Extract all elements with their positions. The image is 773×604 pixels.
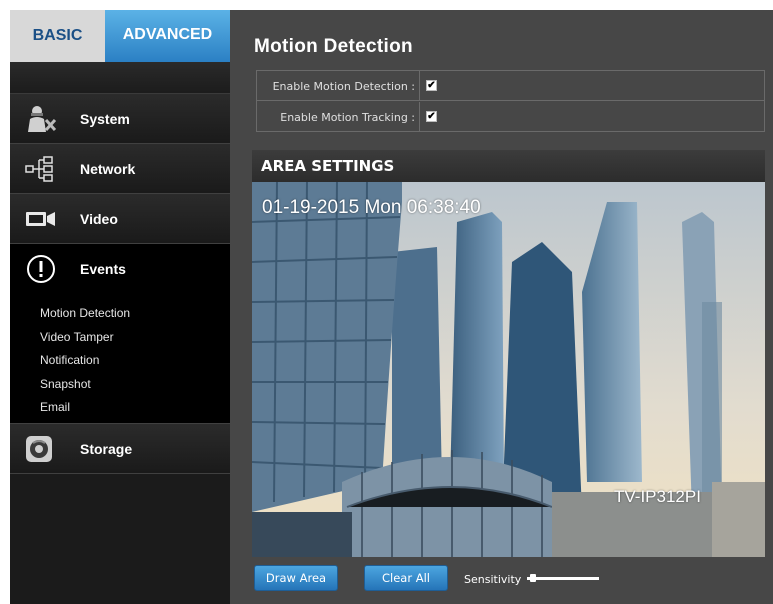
system-settings-icon xyxy=(28,106,57,132)
mode-tabs: BASIC ADVANCED xyxy=(10,10,230,62)
slider-track xyxy=(527,577,599,580)
submenu-item-notification[interactable]: Notification xyxy=(40,349,130,373)
sidebar-item-label: System xyxy=(80,110,130,127)
events-submenu: Motion Detection Video Tamper Notificati… xyxy=(40,302,130,420)
option-label: Enable Motion Detection : xyxy=(257,71,420,101)
sidebar-item-label: Events xyxy=(80,261,126,277)
main-content: Motion Detection Enable Motion Detection… xyxy=(230,10,773,604)
sidebar-item-events[interactable]: Events Motion Detection Video Tamper Not… xyxy=(10,244,230,424)
submenu-item-snapshot[interactable]: Snapshot xyxy=(40,373,130,397)
sidebar-item-network[interactable]: Network xyxy=(10,144,230,194)
sidebar-item-label: Video xyxy=(80,210,118,227)
tab-basic[interactable]: BASIC xyxy=(10,10,105,62)
camera-live-view[interactable]: 01-19-2015 Mon 06:38:40 TV-IP312PI xyxy=(252,182,765,557)
camera-timestamp: 01-19-2015 Mon 06:38:40 xyxy=(262,197,481,218)
draw-area-button[interactable]: Draw Area xyxy=(254,565,338,591)
alert-icon xyxy=(27,255,55,283)
video-camera-icon xyxy=(26,212,55,226)
area-toolbar: Draw Area Clear All Sensitivity xyxy=(252,562,765,594)
clear-all-button[interactable]: Clear All xyxy=(364,565,448,591)
network-icon xyxy=(25,156,53,182)
sidebar-filler xyxy=(10,474,230,604)
sidebar: BASIC ADVANCED System Network Video Even… xyxy=(10,10,240,604)
submenu-item-email[interactable]: Email xyxy=(40,396,130,420)
sensitivity-slider[interactable] xyxy=(527,574,599,584)
camera-model-overlay: TV-IP312PI xyxy=(614,487,701,506)
enable-motion-tracking-checkbox[interactable]: ✔ xyxy=(426,111,437,122)
submenu-item-motion-detection[interactable]: Motion Detection xyxy=(40,302,130,326)
sensitivity-label: Sensitivity xyxy=(464,573,522,586)
sidebar-item-label: Network xyxy=(80,160,136,177)
sidebar-item-storage[interactable]: Storage xyxy=(10,424,230,474)
area-settings-header: AREA SETTINGS xyxy=(252,150,765,182)
sidebar-item-system[interactable]: System xyxy=(10,94,230,144)
option-row-motion-tracking: Enable Motion Tracking : ✔ xyxy=(257,102,764,132)
option-label: Enable Motion Tracking : xyxy=(257,102,420,132)
storage-disk-icon xyxy=(26,436,52,462)
sidebar-spacer xyxy=(10,62,230,94)
sidebar-item-video[interactable]: Video xyxy=(10,194,230,244)
enable-motion-detection-checkbox[interactable]: ✔ xyxy=(426,80,437,91)
option-row-motion-detection: Enable Motion Detection : ✔ xyxy=(257,71,764,101)
slider-thumb[interactable] xyxy=(530,574,536,582)
sidebar-item-label: Storage xyxy=(80,440,133,457)
page-title: Motion Detection xyxy=(254,36,413,57)
options-table: Enable Motion Detection : ✔ Enable Motio… xyxy=(256,70,765,132)
submenu-item-video-tamper[interactable]: Video Tamper xyxy=(40,326,130,350)
tab-advanced[interactable]: ADVANCED xyxy=(105,10,230,62)
